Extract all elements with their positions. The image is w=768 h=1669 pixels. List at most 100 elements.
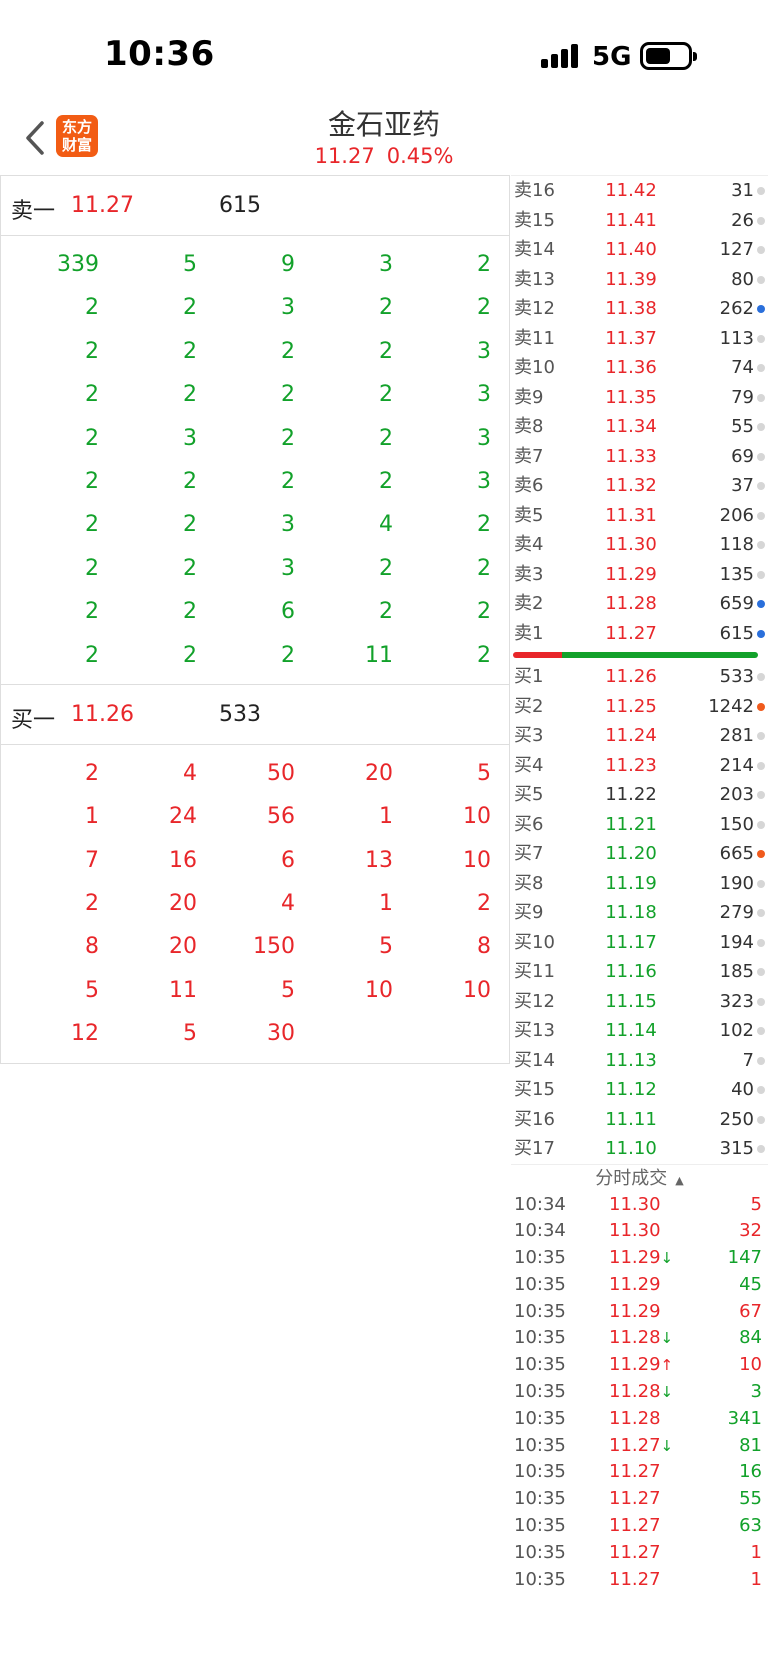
- ask-row[interactable]: 卖13 11.39 80: [511, 265, 768, 295]
- tick-price: 11.30: [609, 1220, 661, 1242]
- header: 东方 财富 金石亚药 11.27 0.45%: [0, 100, 768, 175]
- depth-level-label: 买6: [514, 813, 544, 835]
- tick-volume: 32: [739, 1220, 762, 1242]
- depth-volume: 279: [719, 902, 754, 923]
- depth-price: 11.20: [605, 843, 657, 864]
- buy-queue-cell: 20: [169, 891, 197, 917]
- bid-row[interactable]: 买17 11.10 315: [511, 1134, 768, 1164]
- sell-queue-cell: 2: [477, 642, 491, 668]
- depth-volume: 250: [719, 1108, 754, 1130]
- sell-queue-cell: 2: [183, 599, 197, 625]
- tick-time: 10:34: [514, 1193, 566, 1215]
- bid-row[interactable]: 买3 11.24 281: [511, 721, 768, 751]
- depth-level-label: 买2: [514, 695, 544, 717]
- depth-level-label: 买16: [514, 1108, 555, 1130]
- ticks-toggle[interactable]: 分时成交 ▲: [511, 1163, 768, 1192]
- bid-row[interactable]: 买16 11.11 250: [511, 1105, 768, 1135]
- tick-price: 11.28: [609, 1407, 661, 1429]
- bid-row[interactable]: 买11 11.16 185: [511, 957, 768, 987]
- tick-time: 10:35: [514, 1327, 566, 1349]
- sell-queue-cell: 2: [477, 252, 491, 277]
- sell-queue-cell: 3: [477, 425, 491, 451]
- bid-row[interactable]: 买7 11.20 665: [511, 839, 768, 869]
- buy-queue-cell: 2: [85, 891, 99, 917]
- order-dot-icon: [757, 570, 765, 579]
- order-queue-panel: 卖一 11.27 615 339 5 9 3 2 2 2 3 2 2 2 2 2 2 3 2 2 2 2 3 2 3 2 2 3…: [0, 175, 510, 1064]
- sell1-row: 卖一 11.27 615: [1, 176, 509, 236]
- order-dot-icon: [757, 791, 765, 799]
- tick-price: 11.28↓: [609, 1327, 674, 1349]
- depth-volume: 26: [731, 209, 754, 231]
- bid-row[interactable]: 买9 11.18 279: [511, 898, 768, 928]
- ask-row[interactable]: 卖6 11.32 37: [511, 471, 768, 501]
- bid-row[interactable]: 买12 11.15 323: [511, 987, 768, 1017]
- bid-row[interactable]: 买2 11.25 1242: [511, 692, 768, 722]
- ask-row[interactable]: 卖14 11.40 127: [511, 235, 768, 265]
- sell-queue-cell: 2: [281, 425, 295, 451]
- ask-row[interactable]: 卖9 11.35 79: [511, 383, 768, 413]
- order-dot-icon: [757, 541, 765, 549]
- ask-row[interactable]: 卖10 11.36 74: [511, 353, 768, 383]
- ask-row[interactable]: 卖11 11.37 113: [511, 324, 768, 354]
- sell-queue-cell: 2: [183, 295, 197, 321]
- buy-queue-cell: 50: [267, 760, 295, 786]
- tick-row: 10:35 11.27 1: [511, 1567, 768, 1594]
- order-dot-icon: [757, 393, 765, 402]
- depth-volume: 74: [731, 357, 754, 378]
- depth-level-label: 买7: [514, 843, 544, 864]
- sell-queue-cell: 2: [183, 642, 197, 668]
- bid-row[interactable]: 买6 11.21 150: [511, 810, 768, 840]
- bid-row[interactable]: 买14 11.13 7: [511, 1046, 768, 1076]
- depth-volume: 315: [719, 1138, 754, 1159]
- depth-volume: 150: [719, 813, 754, 835]
- sell-queue-cell: 2: [85, 425, 99, 451]
- ask-row[interactable]: 卖4 11.30 118: [511, 530, 768, 560]
- sell-queue-cell: 2: [281, 468, 295, 494]
- stock-name: 金石亚药: [327, 108, 440, 141]
- ask-row[interactable]: 卖1 11.27 615: [511, 619, 768, 649]
- buy-queue-cell: 10: [365, 977, 393, 1003]
- buy-queue-cell: 10: [463, 977, 491, 1003]
- sell-queue-cell: 3: [379, 252, 393, 277]
- bid-row[interactable]: 买5 11.22 203: [511, 780, 768, 810]
- depth-level-label: 卖7: [514, 445, 544, 467]
- bid-row[interactable]: 买10 11.17 194: [511, 928, 768, 958]
- tick-row: 10:35 11.28↓ 84: [511, 1325, 768, 1352]
- ask-row[interactable]: 卖16 11.42 31: [511, 176, 768, 206]
- tick-time: 10:35: [514, 1273, 566, 1295]
- status-bar: 10:36 5G: [0, 0, 768, 110]
- ask-row[interactable]: 卖3 11.29 135: [511, 560, 768, 590]
- buy1-price: 11.26: [71, 701, 134, 727]
- tick-time: 10:35: [514, 1488, 566, 1510]
- bid-row[interactable]: 买4 11.23 214: [511, 751, 768, 781]
- buy-queue-cell: 6: [281, 847, 295, 873]
- ask-row[interactable]: 卖7 11.33 69: [511, 442, 768, 472]
- depth-price: 11.22: [605, 784, 657, 805]
- depth-volume: 69: [731, 445, 754, 467]
- tick-time: 10:35: [514, 1407, 566, 1429]
- depth-volume: 80: [731, 268, 754, 290]
- bid-row[interactable]: 买13 11.14 102: [511, 1016, 768, 1046]
- bid-row[interactable]: 买8 11.19 190: [511, 869, 768, 899]
- sell-queue-cell: 3: [477, 338, 491, 364]
- depth-level-label: 卖15: [514, 209, 555, 231]
- depth-price: 11.11: [605, 1108, 657, 1130]
- bid-row[interactable]: 买15 11.12 40: [511, 1075, 768, 1105]
- ask-row[interactable]: 卖15 11.41 26: [511, 206, 768, 236]
- ask-list: 卖16 11.42 31 卖15 11.41 26 卖14 11.40 127 卖13 11.39 8…: [511, 175, 768, 648]
- depth-level-label: 买11: [514, 961, 555, 982]
- sell-queue-cell: 2: [477, 555, 491, 581]
- ask-row[interactable]: 卖5 11.31 206: [511, 501, 768, 531]
- depth-level-label: 买13: [514, 1020, 555, 1041]
- ask-row[interactable]: 卖2 11.28 659: [511, 589, 768, 619]
- tick-volume: 5: [750, 1193, 762, 1215]
- bid-row[interactable]: 买1 11.26 533: [511, 662, 768, 692]
- sell-queue-cell: 2: [281, 338, 295, 364]
- tick-price: 11.28↓: [609, 1381, 674, 1403]
- ask-row[interactable]: 卖8 11.34 55: [511, 412, 768, 442]
- ask-row[interactable]: 卖12 11.38 262: [511, 294, 768, 324]
- tick-row: 10:35 11.28 341: [511, 1406, 768, 1433]
- depth-price: 11.35: [605, 386, 657, 408]
- depth-price: 11.23: [605, 754, 657, 776]
- status-time: 10:36: [104, 34, 215, 74]
